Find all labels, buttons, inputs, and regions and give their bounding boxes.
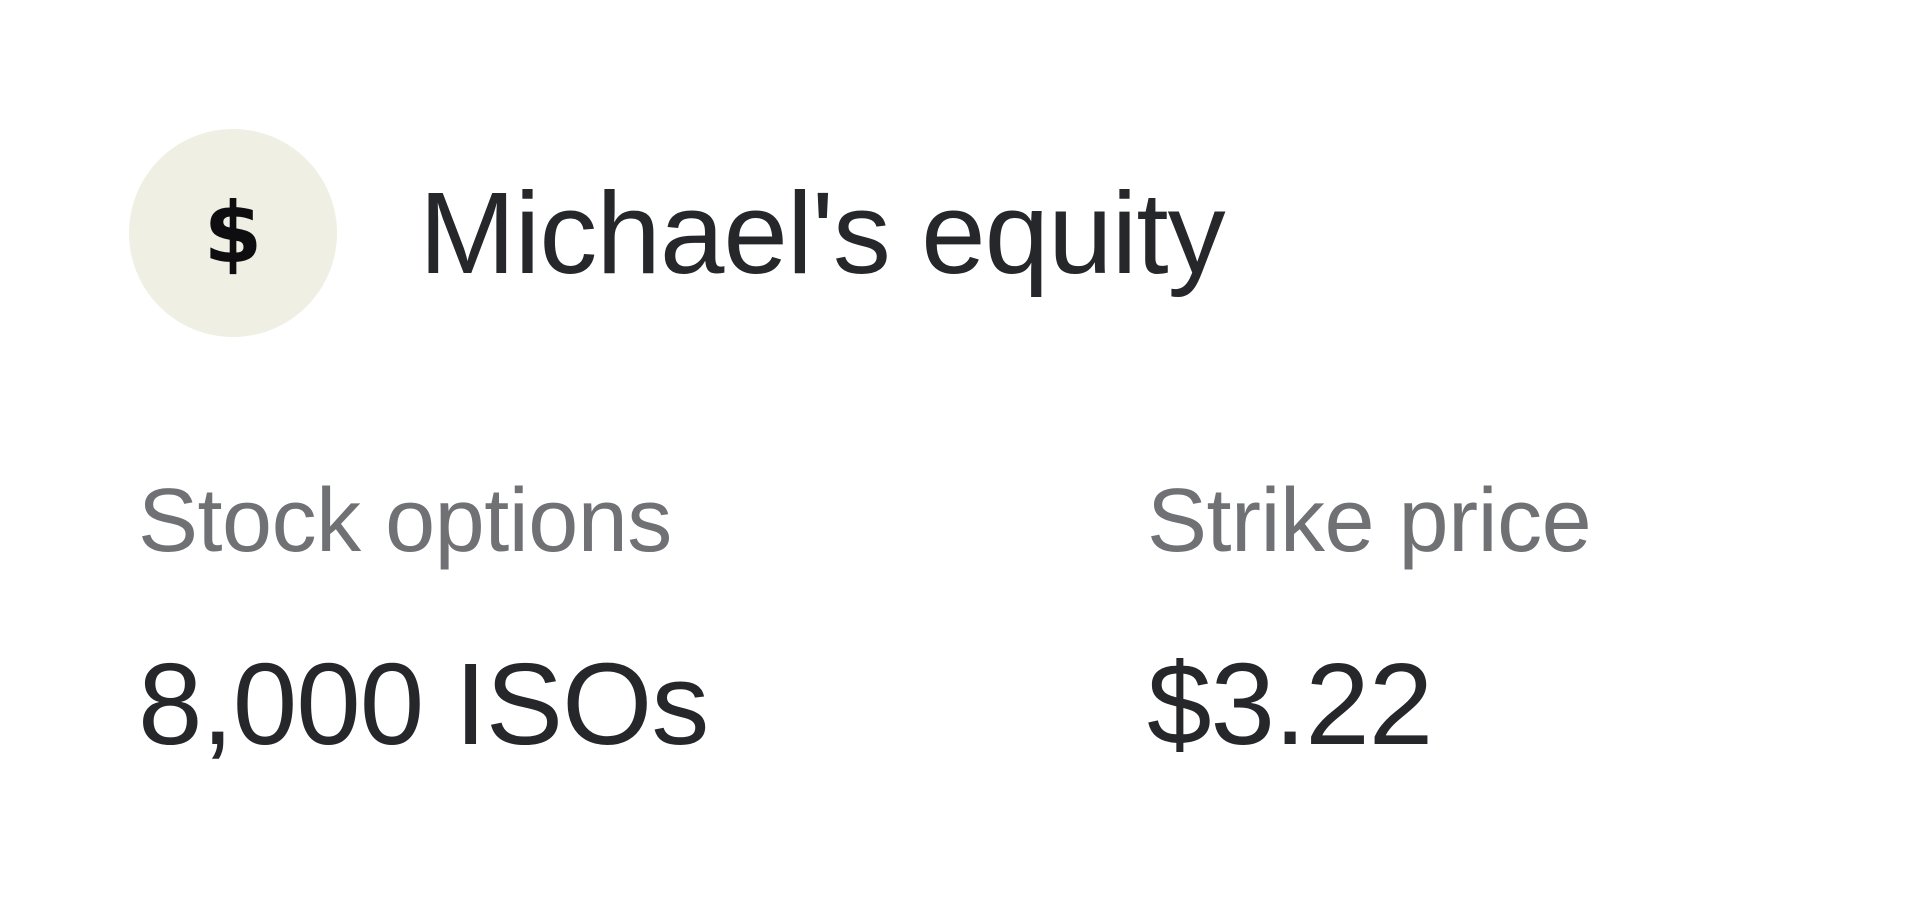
dollar-glyph: $ xyxy=(203,184,263,282)
strike-price-value: $3.22 xyxy=(1147,639,1433,769)
stock-options-field: Stock options 8,000 ISOs xyxy=(138,471,709,769)
dollar-icon: $ xyxy=(129,129,337,337)
stock-options-label: Stock options xyxy=(138,471,672,571)
strike-price-field: Strike price $3.22 xyxy=(1147,471,1592,769)
page-title: Michael's equity xyxy=(419,168,1226,298)
equity-header: $ Michael's equity xyxy=(129,129,1226,337)
stock-options-value: 8,000 ISOs xyxy=(138,639,709,769)
equity-card: $ Michael's equity Stock options 8,000 I… xyxy=(0,0,1920,912)
strike-price-label: Strike price xyxy=(1147,471,1592,571)
